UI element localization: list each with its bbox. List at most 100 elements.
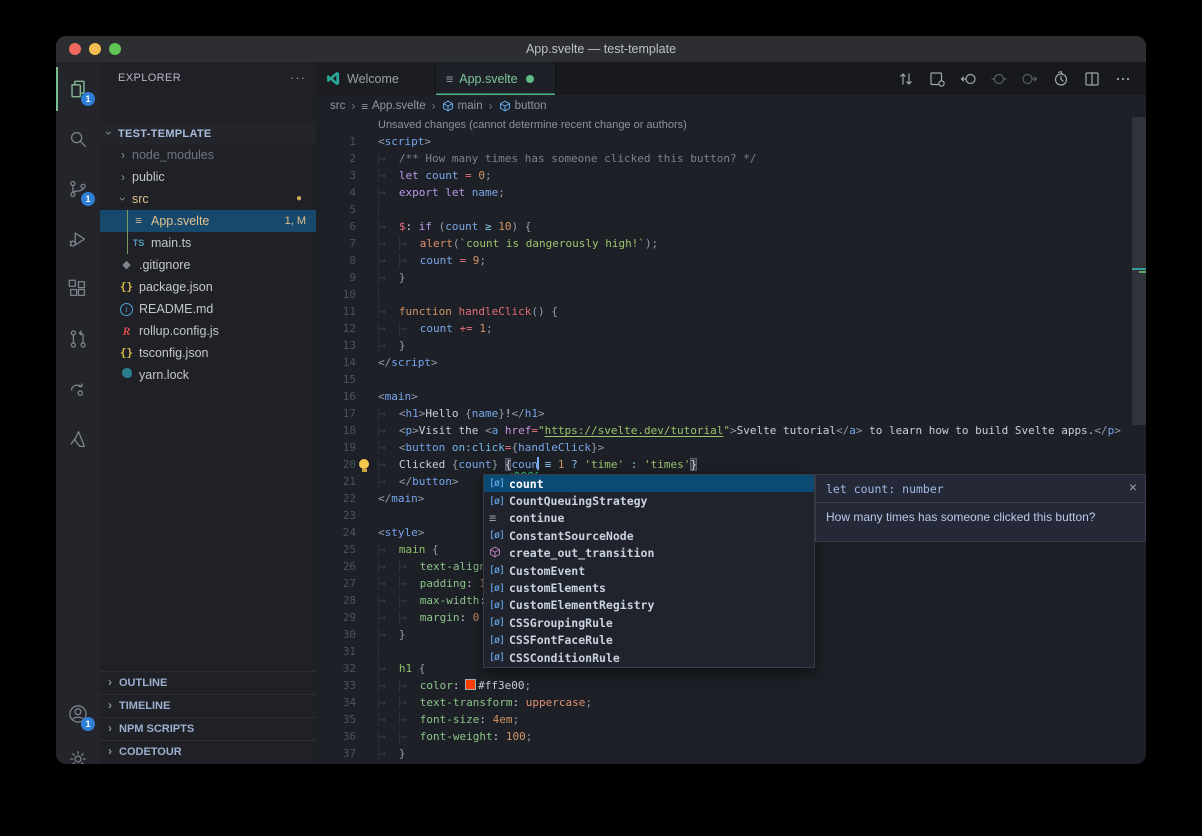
breadcrumb-item-button[interactable]: button — [499, 100, 547, 112]
line-number: 16 — [316, 388, 356, 405]
breadcrumb-item-app-svelte[interactable]: ≡App.svelte — [361, 100, 425, 113]
code-line[interactable]: 3→ let count = 0; — [316, 167, 1146, 184]
activity-azure-icon[interactable] — [56, 417, 100, 461]
typescript-icon: TS — [130, 232, 147, 254]
activity-account-icon[interactable]: 1 — [56, 692, 100, 736]
file-item-rollup-config-js[interactable]: Rrollup.config.js — [100, 320, 316, 342]
next-change-icon[interactable] — [1017, 66, 1043, 92]
breadcrumb-item-main[interactable]: main — [442, 100, 483, 112]
suggestion-item-countqueuingstrategy[interactable]: [ø]CountQueuingStrategy — [484, 492, 814, 509]
compare-changes-icon[interactable] — [893, 66, 919, 92]
line-number: 23 — [316, 507, 356, 524]
breadcrumb-item-src[interactable]: src — [330, 100, 345, 112]
activity-run-debug-icon[interactable] — [56, 217, 100, 261]
previous-change-icon[interactable] — [955, 66, 981, 92]
panel-header-codetour[interactable]: ›CODETOUR — [100, 740, 316, 763]
suggestion-item-count[interactable]: [ø]count — [484, 475, 814, 492]
activity-live-share-icon[interactable] — [56, 367, 100, 411]
tab-welcome[interactable]: Welcome — [316, 62, 436, 95]
activity-source-control-icon[interactable]: 1 — [56, 167, 100, 211]
file-item-public[interactable]: ›public — [100, 166, 316, 188]
title-bar[interactable]: App.svelte — test-template — [56, 36, 1146, 62]
code-line[interactable]: 1<script> — [316, 133, 1146, 150]
code-area[interactable]: Unsaved changes (cannot determine recent… — [316, 117, 1146, 764]
suggestion-item-constantsourcenode[interactable]: [ø]ConstantSourceNode — [484, 527, 814, 544]
code-line[interactable]: 35→ → font-size: 4em; — [316, 711, 1146, 728]
code-line[interactable]: 36→ → font-weight: 100; — [316, 728, 1146, 745]
code-line[interactable]: 18→ <p>Visit the <a href="https://svelte… — [316, 422, 1146, 439]
code-line[interactable]: 4→ export let name; — [316, 184, 1146, 201]
suggestion-item-customevent[interactable]: [ø]CustomEvent — [484, 562, 814, 579]
file-name: rollup.config.js — [139, 320, 219, 342]
line-number: 33 — [316, 677, 356, 694]
code-line[interactable]: 7→ → alert(`count is dangerously high!`)… — [316, 235, 1146, 252]
file-item-main-ts[interactable]: TSmain.ts — [100, 232, 316, 254]
explorer-more-actions-icon[interactable]: ··· — [290, 70, 306, 85]
line-number: 34 — [316, 694, 356, 711]
suggest-widget: [ø]count[ø]CountQueuingStrategy≡continue… — [483, 474, 815, 668]
file-item-package-json[interactable]: {}package.json — [100, 276, 316, 298]
code-line[interactable]: 6→ $: if (count ≥ 10) { — [316, 218, 1146, 235]
symbol-class-icon: [ø] — [489, 652, 509, 663]
current-change-icon[interactable] — [986, 66, 1012, 92]
workspace-section-header[interactable]: ›TEST-TEMPLATE — [100, 122, 316, 144]
file-item-readme-md[interactable]: iREADME.md — [100, 298, 316, 320]
panel-header-timeline[interactable]: ›TIMELINE — [100, 694, 316, 717]
file-item-node-modules[interactable]: ›node_modules — [100, 144, 316, 166]
activity-search-icon[interactable] — [56, 117, 100, 161]
more-actions-icon[interactable] — [1110, 66, 1136, 92]
symbol-class-icon: [ø] — [489, 565, 509, 576]
suggestion-item-cssgroupingrule[interactable]: [ø]CSSGroupingRule — [484, 614, 814, 631]
code-line[interactable]: 34→ → text-transform: uppercase; — [316, 694, 1146, 711]
lightbulb-icon[interactable] — [359, 459, 369, 469]
suggestion-item-cssconditionrule[interactable]: [ø]CSSConditionRule — [484, 649, 814, 666]
activity-github-pr-icon[interactable] — [56, 317, 100, 361]
activity-settings-icon[interactable] — [56, 737, 100, 764]
code-line[interactable]: 11→ function handleClick() { — [316, 303, 1146, 320]
file-item-app-svelte[interactable]: ≡App.svelte1, M — [100, 210, 316, 232]
glyph-margin — [356, 150, 378, 167]
code-line[interactable]: 17→ <h1>Hello {name}!</h1> — [316, 405, 1146, 422]
code-line[interactable]: 19→ <button on:click={handleClick}> — [316, 439, 1146, 456]
tab-app-svelte[interactable]: ≡ App.svelte — [436, 62, 556, 95]
code-line[interactable]: 16<main> — [316, 388, 1146, 405]
line-number: 18 — [316, 422, 356, 439]
code-line[interactable]: 12→ → count += 1; — [316, 320, 1146, 337]
open-changes-icon[interactable] — [924, 66, 950, 92]
file-history-icon[interactable] — [1048, 66, 1074, 92]
split-editor-icon[interactable] — [1079, 66, 1105, 92]
code-line[interactable]: 2→ /** How many times has someone clicke… — [316, 150, 1146, 167]
code-line[interactable]: 5 — [316, 201, 1146, 218]
code-line[interactable]: 13→ } — [316, 337, 1146, 354]
panel-header-outline[interactable]: ›OUTLINE — [100, 671, 316, 694]
chevron-right-icon: › — [105, 672, 115, 693]
suggestion-item-customelementregistry[interactable]: [ø]CustomElementRegistry — [484, 597, 814, 614]
suggestion-item-cssfontfacerule[interactable]: [ø]CSSFontFaceRule — [484, 632, 814, 649]
symbol-class-icon: [ø] — [489, 478, 509, 489]
code-line[interactable]: 33→ → color: #ff3e00; — [316, 677, 1146, 694]
glyph-margin — [356, 320, 378, 337]
code-line[interactable]: 15 — [316, 371, 1146, 388]
panel-header-npm-scripts[interactable]: ›NPM SCRIPTS — [100, 717, 316, 740]
unsaved-dot-icon[interactable] — [526, 75, 534, 83]
file-item-yarn-lock[interactable]: yarn.lock — [100, 364, 316, 386]
file-item-tsconfig-json[interactable]: {}tsconfig.json — [100, 342, 316, 364]
suggestion-item-customelements[interactable]: [ø]customElements — [484, 579, 814, 596]
activity-extensions-icon[interactable] — [56, 267, 100, 311]
code-line[interactable]: 10 — [316, 286, 1146, 303]
suggestion-item-create_out_transition[interactable]: create_out_transition — [484, 545, 814, 562]
code-line[interactable]: 9→ } — [316, 269, 1146, 286]
scrollbar[interactable] — [1132, 117, 1146, 425]
code-line[interactable]: 37→ } — [316, 745, 1146, 762]
line-number: 11 — [316, 303, 356, 320]
suggestion-item-continue[interactable]: ≡continue — [484, 510, 814, 527]
symbol-class-icon: [ø] — [489, 583, 509, 594]
code-line[interactable]: 8→ → count = 9; — [316, 252, 1146, 269]
file-item--gitignore[interactable]: ◆.gitignore — [100, 254, 316, 276]
glyph-margin — [356, 133, 378, 150]
code-line[interactable]: 20→ Clicked {count} {coun ≡ 1 ? 'time' :… — [316, 456, 1146, 473]
file-item-src[interactable]: ›src● — [100, 188, 316, 210]
activity-explorer-icon[interactable]: 1 — [56, 67, 100, 111]
code-line[interactable]: 14</script> — [316, 354, 1146, 371]
close-icon[interactable]: × — [1129, 479, 1137, 495]
